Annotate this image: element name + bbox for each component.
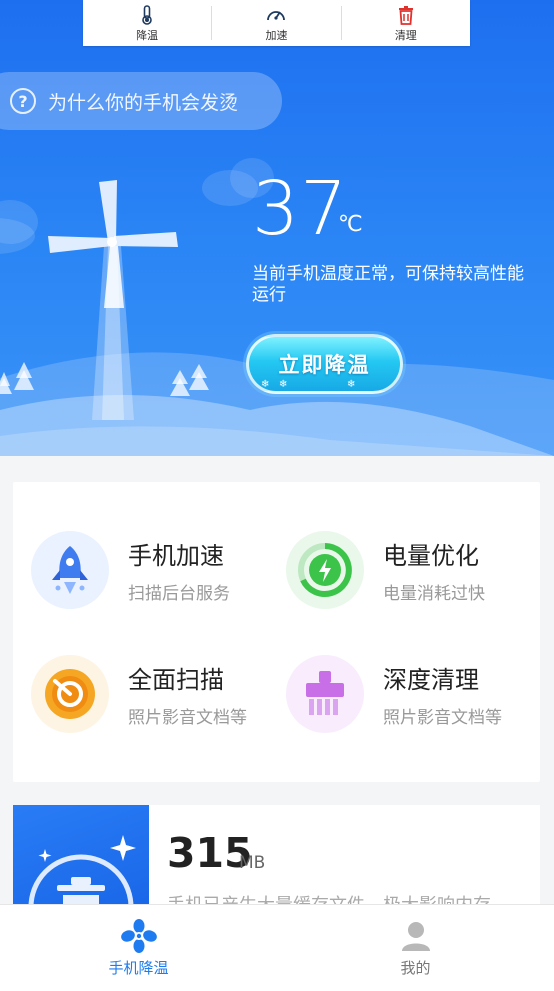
feature-battery-optimize[interactable]: 电量优化 电量消耗过快 [286, 530, 536, 610]
feature-title: 电量优化 [383, 542, 479, 570]
snowflake-icon: ❄ [261, 379, 270, 390]
cache-size-unit: MB [239, 853, 266, 873]
tab-cool-down-label: 降温 [136, 28, 159, 42]
tab-clean[interactable]: 清理 [342, 0, 470, 46]
tab-clean-label: 清理 [394, 28, 417, 42]
tab-speed-up[interactable]: 加速 [212, 0, 340, 46]
scan-icon [31, 655, 109, 733]
speedometer-icon [267, 10, 286, 20]
snowflake-icon: ❄ [347, 379, 356, 390]
tab-speed-up-label: 加速 [265, 28, 288, 42]
feature-full-scan[interactable]: 全面扫描 照片影音文档等 [31, 654, 281, 734]
nav-phone-cooling-label: 手机降温 [108, 958, 169, 977]
cool-now-label: 立即降温 [278, 353, 371, 377]
feature-subtitle: 电量消耗过快 [383, 584, 485, 604]
feature-subtitle: 照片影音文档等 [128, 708, 247, 728]
rocket-icon [31, 531, 109, 609]
temperature-status: 当前手机温度正常，可保持较高性能运行 [252, 264, 524, 305]
thermometer-icon [142, 4, 152, 25]
why-phone-hot-link[interactable]: ? 为什么你的手机会发烫 [0, 72, 282, 130]
fan-icon [120, 918, 157, 953]
cache-illustration [13, 805, 149, 915]
feature-title: 手机加速 [128, 542, 224, 570]
snowflake-icon: ❄ [279, 379, 288, 390]
feature-title: 全面扫描 [128, 666, 224, 694]
question-icon: ? [10, 88, 36, 114]
feature-subtitle: 扫描后台服务 [128, 584, 230, 604]
battery-bolt-icon [286, 531, 364, 609]
user-icon [401, 921, 430, 951]
brush-icon [286, 655, 364, 733]
feature-subtitle: 照片影音文档等 [383, 708, 502, 728]
cache-card[interactable]: 315 MB 手机已产生大量缓存文件，极大影响内存 [13, 805, 540, 915]
top-tab-bar: 降温 加速 清理 [83, 0, 470, 46]
temperature-unit: ℃ [338, 212, 363, 237]
feature-deep-clean[interactable]: 深度清理 照片影音文档等 [286, 654, 536, 734]
cool-now-button[interactable]: 立即降温 ❄ ❄ ❄ [246, 334, 403, 394]
nav-phone-cooling[interactable]: 手机降温 [0, 905, 277, 991]
why-phone-hot-text: 为什么你的手机会发烫 [48, 91, 239, 114]
nav-mine-label: 我的 [400, 958, 431, 977]
feature-title: 深度清理 [383, 666, 479, 694]
trash-sparkle-icon [28, 835, 136, 915]
hero-banner: 降温 加速 清理 ? 为什么你的手机会发烫 37 ℃ 当前手机温度正常，可保持较… [0, 0, 554, 456]
feature-grid: 手机加速 扫描后台服务 电量优化 电量消耗过快 全面扫描 照片影音文档等 深度清… [13, 482, 540, 782]
trash-icon [398, 5, 413, 25]
nav-mine[interactable]: 我的 [277, 905, 554, 991]
tab-cool-down[interactable]: 降温 [83, 0, 211, 46]
temperature-value: 37 [252, 166, 349, 252]
bottom-navigation: 手机降温 我的 [0, 904, 554, 991]
feature-phone-speedup[interactable]: 手机加速 扫描后台服务 [31, 530, 281, 610]
